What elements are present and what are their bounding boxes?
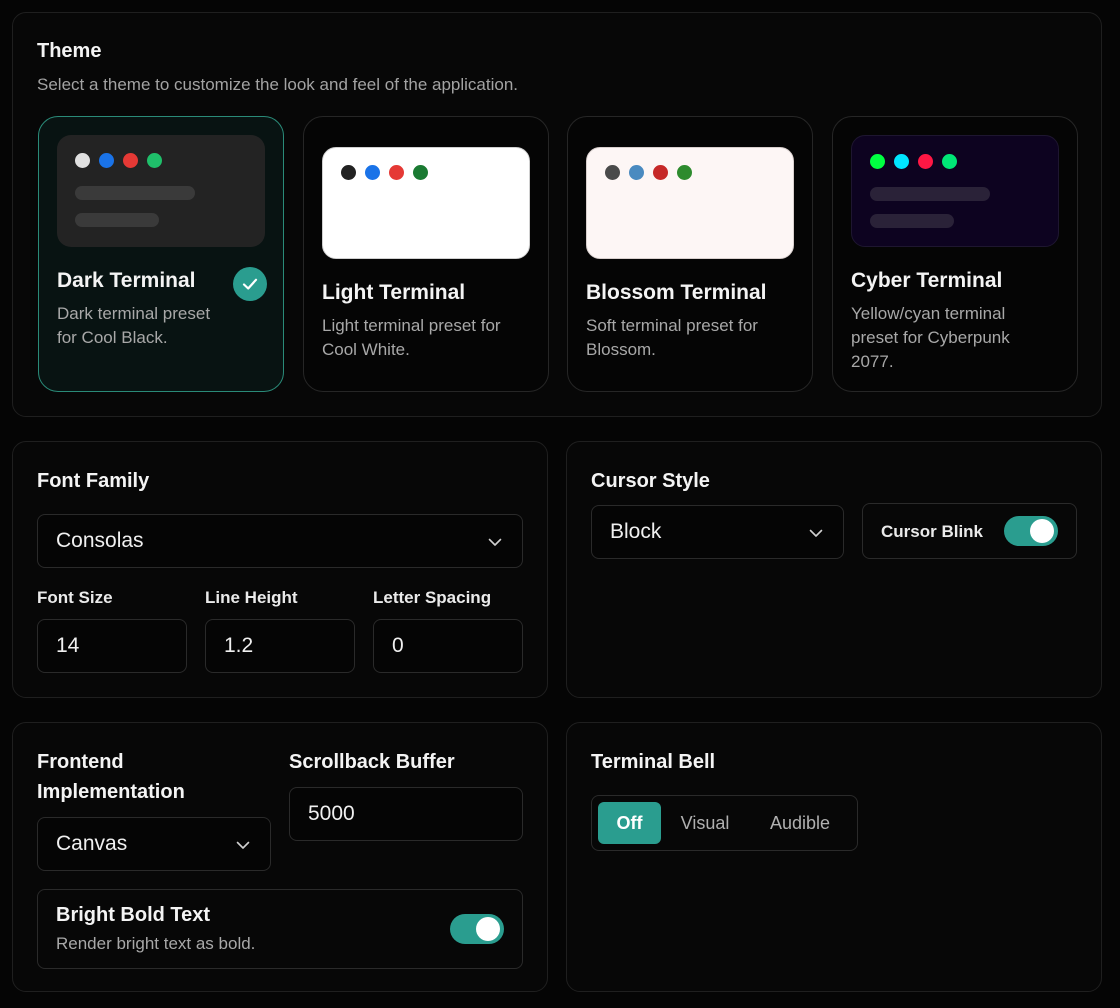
theme-subtitle: Select a theme to customize the look and… — [37, 75, 519, 94]
cursor-style-value: Block — [610, 520, 662, 543]
cursor-style-label: Cursor Style — [591, 470, 710, 492]
terminal-bell-label: Terminal Bell — [591, 751, 716, 773]
cursor-style-select[interactable]: Block — [591, 505, 844, 559]
preview-dot — [677, 165, 692, 180]
chevron-down-icon — [236, 832, 250, 856]
scrollback-input[interactable]: 5000 — [289, 787, 523, 841]
letter-spacing-value: 0 — [392, 634, 404, 657]
line-height-label: Line Height — [205, 588, 298, 607]
preview-bar — [75, 213, 159, 227]
theme-card-title: Blossom Terminal — [586, 281, 767, 304]
line-height-value: 1.2 — [224, 634, 254, 657]
preview-dot — [894, 154, 909, 169]
font-family-select[interactable]: Consolas — [37, 514, 523, 568]
theme-card-title: Light Terminal — [322, 281, 466, 304]
preview-dot — [99, 153, 114, 168]
theme-card-description: Yellow/cyan terminal preset for Cyberpun… — [851, 304, 1010, 371]
preview-dot — [870, 154, 885, 169]
theme-card-cyber[interactable]: Cyber Terminal Yellow/cyan terminal pres… — [832, 116, 1078, 392]
preview-dot — [942, 154, 957, 169]
font-size-input[interactable]: 14 — [37, 619, 187, 673]
theme-preview-dark — [57, 135, 265, 247]
theme-card-description: Soft terminal preset for Blossom. — [586, 316, 758, 359]
selected-check-icon — [233, 267, 267, 301]
preview-dot — [389, 165, 404, 180]
font-family-value: Consolas — [56, 529, 144, 552]
preview-dot — [918, 154, 933, 169]
line-height-input[interactable]: 1.2 — [205, 619, 355, 673]
bell-option-visual[interactable]: Visual — [661, 802, 749, 844]
scrollback-value: 5000 — [308, 802, 355, 825]
scrollback-label: Scrollback Buffer — [289, 751, 455, 773]
toggle-knob — [476, 917, 500, 941]
theme-card-title: Dark Terminal — [57, 269, 196, 292]
font-family-label: Font Family — [37, 470, 150, 492]
theme-panel: Theme Select a theme to customize the lo… — [12, 12, 1102, 417]
theme-card-light[interactable]: Light Terminal Light terminal preset for… — [303, 116, 549, 392]
cursor-panel: Cursor Style Block Cursor Blink — [566, 441, 1102, 698]
preview-dot — [605, 165, 620, 180]
frontend-impl-value: Canvas — [56, 832, 128, 855]
preview-bar — [870, 187, 990, 201]
theme-card-description: Dark terminal preset for Cool Black. — [57, 304, 211, 347]
theme-card-dark[interactable]: Dark Terminal Dark terminal preset for C… — [38, 116, 284, 392]
toggle-knob — [1030, 519, 1054, 543]
theme-preview-light — [322, 147, 530, 259]
preview-dot — [75, 153, 90, 168]
preview-bar — [75, 186, 195, 200]
preview-dot — [653, 165, 668, 180]
letter-spacing-input[interactable]: 0 — [373, 619, 523, 673]
theme-preview-cyber — [851, 135, 1059, 247]
preview-dot — [147, 153, 162, 168]
preview-dot — [629, 165, 644, 180]
preview-bar — [870, 214, 954, 228]
theme-card-blossom[interactable]: Blossom Terminal Soft terminal preset fo… — [567, 116, 813, 392]
theme-card-description: Light terminal preset for Cool White. — [322, 316, 501, 359]
preview-dot — [123, 153, 138, 168]
frontend-impl-select[interactable]: Canvas — [37, 817, 271, 871]
bright-bold-toggle[interactable] — [450, 914, 504, 944]
chevron-down-icon — [809, 520, 823, 544]
theme-title: Theme — [37, 40, 102, 62]
preview-dot — [341, 165, 356, 180]
letter-spacing-label: Letter Spacing — [373, 588, 492, 607]
bell-option-audible[interactable]: Audible — [749, 802, 851, 844]
frontend-panel: Frontend Implementation Canvas Scrollbac… — [12, 722, 548, 992]
bright-bold-description: Render bright text as bold. — [56, 934, 256, 953]
font-panel: Font Family Consolas Font Size 14 Line H… — [12, 441, 548, 698]
bell-option-off[interactable]: Off — [598, 802, 661, 844]
preview-dot — [413, 165, 428, 180]
font-size-label: Font Size — [37, 588, 113, 607]
cursor-blink-label: Cursor Blink — [881, 522, 984, 541]
preview-dot — [365, 165, 380, 180]
frontend-impl-label: Frontend Implementation — [37, 751, 185, 803]
bell-panel: Terminal Bell Off Visual Audible — [566, 722, 1102, 992]
theme-card-title: Cyber Terminal — [851, 269, 1003, 292]
cursor-blink-row: Cursor Blink — [862, 503, 1077, 559]
font-size-value: 14 — [56, 634, 80, 657]
bright-bold-title: Bright Bold Text — [56, 904, 211, 926]
terminal-bell-segmented-control: Off Visual Audible — [591, 795, 858, 851]
cursor-blink-toggle[interactable] — [1004, 516, 1058, 546]
bright-bold-row: Bright Bold Text Render bright text as b… — [37, 889, 523, 969]
theme-preview-blossom — [586, 147, 794, 259]
chevron-down-icon — [488, 529, 502, 553]
